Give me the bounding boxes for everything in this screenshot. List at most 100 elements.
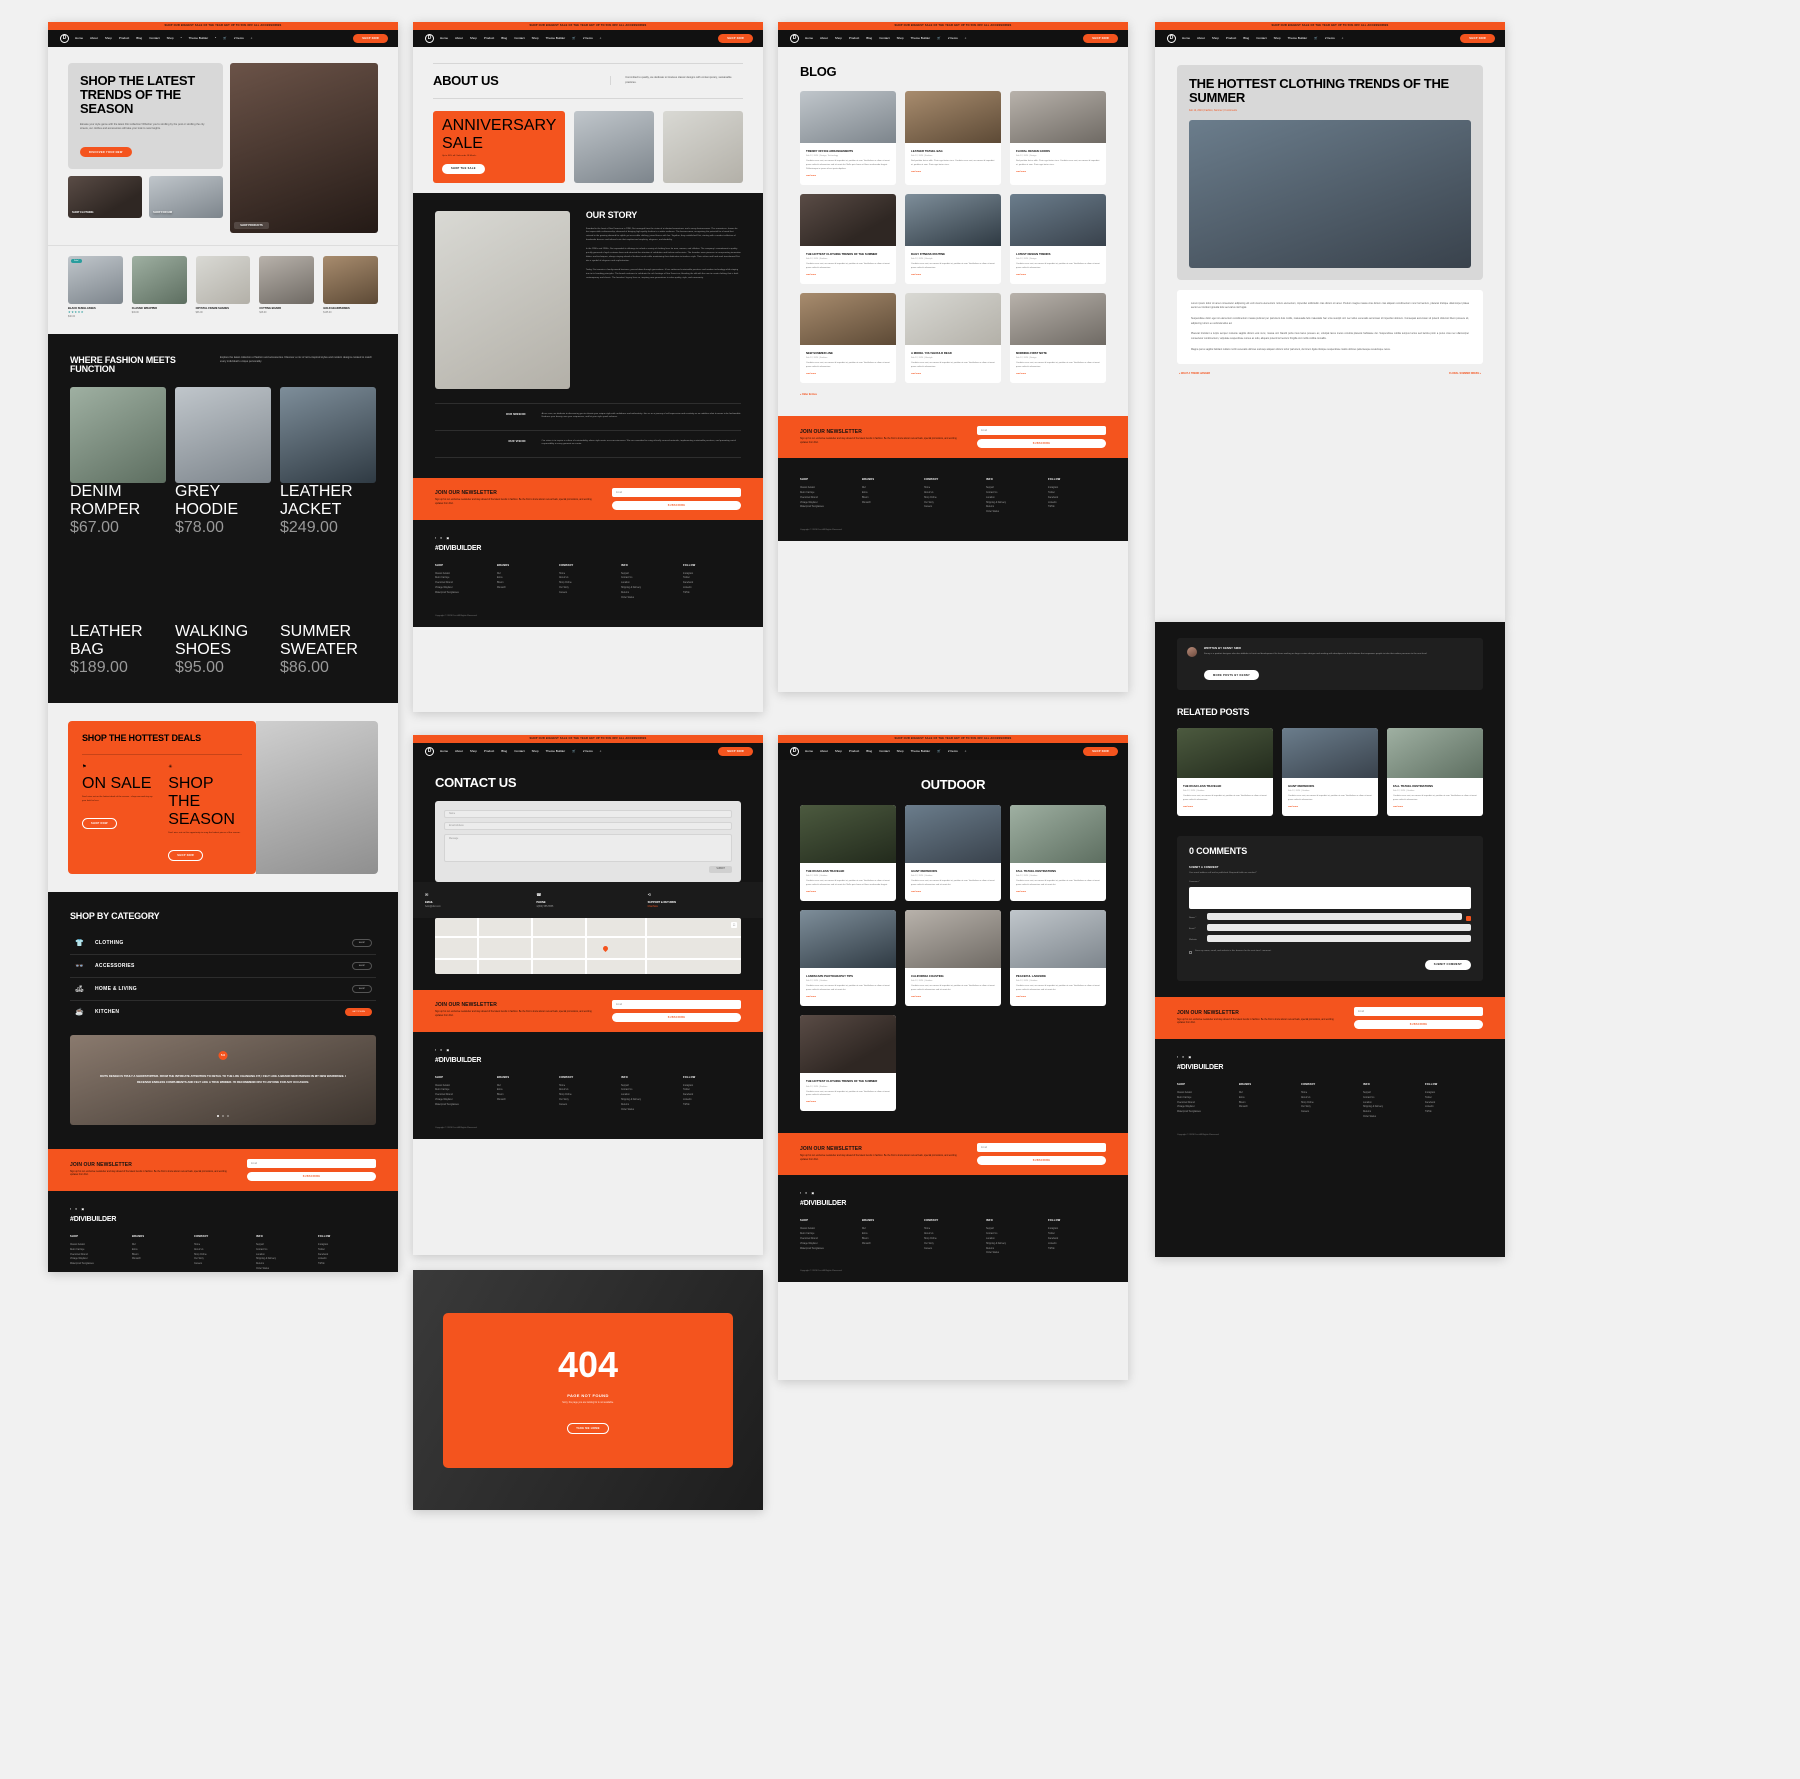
product-image[interactable] xyxy=(323,255,378,304)
blog-card-title[interactable]: LATEST DESIGN TRENDS xyxy=(1016,252,1100,256)
divi-logo-icon[interactable]: D xyxy=(790,33,799,43)
hero-cta-button[interactable]: DISCOVER YOUR NEW xyxy=(80,147,132,157)
deal-cta-button[interactable]: SHOP NOW xyxy=(82,817,117,829)
blog-card-title[interactable]: LEATHER TRAVEL BAG xyxy=(911,149,995,153)
blog-card-title[interactable]: DAILY FITNESS ROUTINE xyxy=(911,252,995,256)
footer-link[interactable]: Waterproof Sunglasses xyxy=(435,591,493,596)
contact-info-value[interactable]: 1(800) 555-5555 xyxy=(536,906,639,908)
blog-card-title[interactable]: NEW SUMMER LINE xyxy=(806,351,890,355)
nav-item-product[interactable]: Product xyxy=(1226,36,1236,40)
nav-item-theme-builder[interactable]: Theme Builder xyxy=(546,36,566,40)
footer-link[interactable]: Monarch xyxy=(862,501,920,506)
nav-shop-now-button[interactable]: SHOP NOW xyxy=(1083,746,1118,756)
facebook-icon[interactable]: f xyxy=(70,1207,71,1211)
nav-item-shop-menu[interactable]: Shop xyxy=(532,36,539,40)
related-post-image[interactable] xyxy=(1282,727,1378,778)
footer-link[interactable]: Monarch xyxy=(497,1098,555,1103)
nav-item-theme-builder[interactable]: Theme Builder xyxy=(911,36,931,40)
nav-cart-count[interactable]: 2 Items xyxy=(1325,36,1335,40)
nav-item-contact[interactable]: Contact xyxy=(514,36,524,40)
related-post-title[interactable]: GIANT REDWOODS xyxy=(1288,784,1372,788)
contact-info-value[interactable]: hello@divi.com xyxy=(425,906,528,908)
carousel-dots[interactable] xyxy=(217,1114,229,1117)
cart-icon[interactable]: 🛒 xyxy=(223,36,227,40)
error-home-button[interactable]: TAKE ME HOME xyxy=(567,1422,609,1434)
footer-link[interactable]: TikTok xyxy=(318,1262,376,1267)
divi-logo-icon[interactable]: D xyxy=(425,746,434,756)
nav-shop-now-button[interactable]: SHOP NOW xyxy=(718,33,753,43)
fashion-item-image[interactable] xyxy=(70,387,166,484)
fashion-item[interactable]: WALKING SHOES $95.00 xyxy=(175,623,271,677)
outdoor-card[interactable]: THE ROAD LESS TRAVELED Feb 12, 2024 | Ou… xyxy=(800,804,896,901)
nav-cart-count[interactable]: 2 Items xyxy=(583,36,593,40)
instagram-icon[interactable]: ▣ xyxy=(446,536,449,540)
outdoor-card-image[interactable] xyxy=(905,804,1001,863)
nav-item-blog[interactable]: Blog xyxy=(136,36,142,40)
footer-link[interactable]: Order Status xyxy=(621,596,679,601)
nav-item-about[interactable]: About xyxy=(820,749,828,753)
nav-item-blog[interactable]: Blog xyxy=(501,749,507,753)
nav-item-shop-menu[interactable]: Shop xyxy=(1274,36,1281,40)
footer-link[interactable]: Careers xyxy=(924,1247,982,1252)
category-row-clothing[interactable]: 👕 CLOTHING SHOP xyxy=(70,932,376,955)
product-card[interactable]: GOLD HEADPHONES $135.00 xyxy=(323,255,378,318)
product-card[interactable]: CUTTING BOARD $48.00 xyxy=(259,255,315,318)
nav-item-shop[interactable]: Shop xyxy=(1212,36,1219,40)
product-card[interactable]: CRYSTAL FRAME SHADES $36.00 xyxy=(195,255,251,318)
post-next-link[interactable]: FLORAL SUMMER DRESS » xyxy=(1449,372,1481,375)
post-prev-link[interactable]: « WHAT A TREND HANGER xyxy=(1179,372,1210,375)
outdoor-card-title[interactable]: CALIFORNIA COASTING xyxy=(911,974,995,978)
facebook-icon[interactable]: f xyxy=(800,1191,801,1195)
newsletter-email-input[interactable]: Email xyxy=(612,999,741,1009)
x-icon[interactable]: ✕ xyxy=(805,1191,808,1195)
divi-logo-icon[interactable]: D xyxy=(790,746,799,756)
search-icon[interactable]: ⌕ xyxy=(600,36,602,40)
blog-card-image[interactable] xyxy=(1010,292,1106,345)
blog-card[interactable]: FLORAL DESIGN GOODS Feb 12, 2024 | Desig… xyxy=(1010,90,1106,185)
footer-link[interactable]: Waterproof Sunglasses xyxy=(435,1103,493,1108)
footer-link[interactable]: TikTok xyxy=(1048,1247,1106,1252)
divi-logo-icon[interactable]: D xyxy=(60,33,69,43)
footer-link[interactable]: Order Status xyxy=(986,1251,1044,1256)
category-row-kitchen[interactable]: ☕ KITCHEN GET YOURS xyxy=(70,1001,376,1023)
footer-link[interactable]: Careers xyxy=(1301,1110,1359,1115)
about-tile-sunglasses[interactable] xyxy=(574,110,655,183)
outdoor-card-readmore[interactable]: read more xyxy=(806,891,890,893)
nav-item-home[interactable]: Home xyxy=(440,36,448,40)
outdoor-card[interactable]: LANDSCAPE PHOTOGRAPHY TIPS Feb 12, 2024 … xyxy=(800,909,896,1007)
divi-logo-icon[interactable]: D xyxy=(1167,33,1176,43)
contact-map[interactable]: ⛶ xyxy=(435,917,741,974)
nav-item-contact[interactable]: Contact xyxy=(514,749,524,753)
related-post-title[interactable]: FALL TRAVEL DESTINATIONS xyxy=(1393,784,1477,788)
search-icon[interactable]: ⌕ xyxy=(251,36,253,40)
blog-card-title[interactable]: FLORAL DESIGN GOODS xyxy=(1016,149,1100,153)
outdoor-card-title[interactable]: FALL TRAVEL DESTINATIONS xyxy=(1016,869,1100,873)
footer-link[interactable]: Monarch xyxy=(862,1242,920,1247)
product-card[interactable]: Sale! BLACK SUNGLASSES ★★★★★ $40.00 xyxy=(68,255,123,318)
footer-link[interactable]: Careers xyxy=(194,1262,252,1267)
facebook-icon[interactable]: f xyxy=(1177,1055,1178,1059)
contact-message-input[interactable]: Message xyxy=(444,833,732,862)
divi-logo-icon[interactable]: D xyxy=(425,33,434,43)
product-image[interactable] xyxy=(195,255,251,304)
blog-card-image[interactable] xyxy=(1010,193,1106,246)
footer-link[interactable]: Monarch xyxy=(1239,1105,1297,1110)
nav-item-about[interactable]: About xyxy=(1197,36,1205,40)
cart-icon[interactable]: 🛒 xyxy=(937,749,941,753)
map-expand-icon[interactable]: ⛶ xyxy=(731,921,737,928)
newsletter-subscribe-button[interactable]: SUBSCRIBE xyxy=(977,439,1106,449)
footer-link[interactable]: TikTok xyxy=(683,591,741,596)
newsletter-subscribe-button[interactable]: SUBSCRIBE xyxy=(612,1012,741,1022)
blog-card[interactable]: DAILY FITNESS ROUTINE Feb 12, 2024 | Lif… xyxy=(905,193,1001,284)
newsletter-subscribe-button[interactable]: SUBSCRIBE xyxy=(612,500,741,510)
nav-item-shop-menu[interactable]: Shop xyxy=(532,749,539,753)
search-icon[interactable]: ⌕ xyxy=(1342,36,1344,40)
related-post-card[interactable]: FALL TRAVEL DESTINATIONS Feb 12, 2024 | … xyxy=(1387,727,1483,816)
newsletter-email-input[interactable]: Email xyxy=(612,487,741,497)
nav-item-about[interactable]: About xyxy=(90,36,98,40)
promo-bar[interactable]: SHOP OUR BIGGEST SALE OF THE YEAR GET UP… xyxy=(413,22,763,30)
blog-card-readmore[interactable]: read more xyxy=(1016,373,1100,375)
cart-icon[interactable]: 🛒 xyxy=(937,36,941,40)
cart-icon[interactable]: 🛒 xyxy=(1314,36,1318,40)
nav-item-home[interactable]: Home xyxy=(1182,36,1190,40)
